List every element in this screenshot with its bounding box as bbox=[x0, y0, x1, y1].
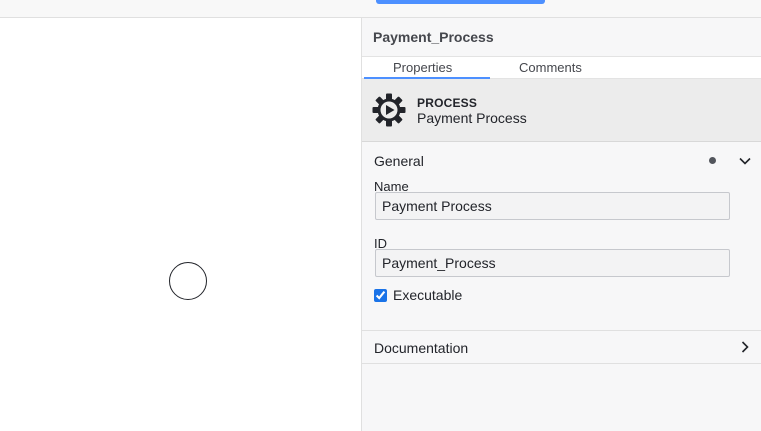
chevron-down-icon[interactable] bbox=[738, 154, 752, 168]
top-toolbar bbox=[0, 0, 761, 18]
diagram-canvas[interactable] bbox=[0, 18, 361, 431]
group-documentation-title: Documentation bbox=[374, 340, 469, 356]
group-general-header[interactable]: General bbox=[362, 142, 761, 178]
start-event-shape[interactable] bbox=[169, 262, 207, 300]
group-data-indicator-dot bbox=[709, 157, 716, 164]
tab-properties[interactable]: Properties bbox=[393, 60, 452, 75]
element-header: PROCESS Payment Process bbox=[362, 79, 761, 142]
element-type-label: PROCESS bbox=[417, 96, 478, 110]
gear-play-icon bbox=[372, 93, 406, 127]
tab-comments[interactable]: Comments bbox=[519, 60, 582, 75]
element-name-label: Payment Process bbox=[417, 110, 527, 126]
executable-label[interactable]: Executable bbox=[393, 287, 462, 303]
toolbar-primary-button[interactable] bbox=[376, 0, 545, 4]
executable-checkbox[interactable] bbox=[374, 289, 387, 302]
panel-tabs: Properties Comments bbox=[362, 57, 761, 79]
group-general: General Name ID Executable bbox=[362, 142, 761, 331]
chevron-right-icon[interactable] bbox=[738, 340, 752, 354]
id-input[interactable] bbox=[375, 249, 730, 277]
panel-header-title: Payment_Process bbox=[362, 18, 761, 57]
group-documentation[interactable]: Documentation bbox=[362, 331, 761, 364]
name-input[interactable] bbox=[375, 192, 730, 220]
modeler-window: Payment_Process Properties Comments PROC… bbox=[0, 0, 761, 431]
group-general-title: General bbox=[374, 153, 424, 169]
properties-panel: Payment_Process Properties Comments PROC… bbox=[361, 18, 761, 431]
